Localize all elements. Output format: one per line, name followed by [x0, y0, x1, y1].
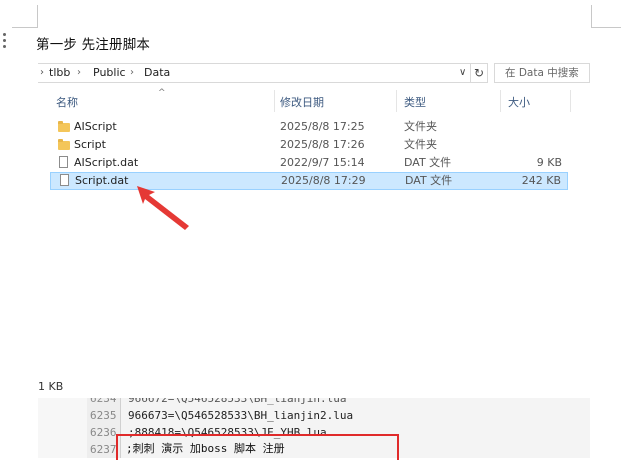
file-date: 2022/9/7 15:14: [280, 156, 365, 169]
column-name[interactable]: 名称: [56, 94, 78, 110]
file-date: 2025/8/8 17:29: [281, 174, 366, 187]
address-bar[interactable]: › tlbb › Public › Data ∨: [38, 63, 488, 83]
drag-handle-icon[interactable]: [3, 33, 6, 51]
breadcrumb-tlbb[interactable]: tlbb: [49, 64, 70, 82]
address-row: › tlbb › Public › Data ∨ ↻ 在 Data 中搜索: [38, 62, 590, 86]
file-icon: [59, 156, 68, 168]
file-type: 文件夹: [404, 120, 437, 133]
crop-mark-top-right: [591, 5, 592, 27]
chevron-right-icon: ›: [40, 67, 44, 78]
file-name: AIScript: [74, 120, 117, 133]
column-divider[interactable]: [274, 90, 275, 112]
column-divider[interactable]: [570, 90, 571, 112]
file-explorer-screenshot: › tlbb › Public › Data ∨ ↻ 在 Data 中搜索 ^ …: [38, 62, 590, 398]
red-arrow-annotation: [137, 186, 189, 230]
breadcrumb-public[interactable]: Public: [93, 64, 126, 82]
file-date: 2025/8/8 17:26: [280, 138, 365, 151]
file-name: Script.dat: [75, 174, 129, 187]
file-type: 文件夹: [404, 138, 437, 151]
sort-ascending-icon: ^: [158, 88, 166, 98]
breadcrumb-data[interactable]: Data: [144, 64, 170, 82]
column-header: ^ 名称 修改日期 类型 大小: [38, 88, 590, 112]
file-row-script-dat[interactable]: Script.dat 2025/8/8 17:29 DAT 文件 242 KB: [50, 172, 568, 190]
column-date[interactable]: 修改日期: [280, 94, 324, 110]
file-name: AIScript.dat: [74, 156, 139, 169]
search-placeholder: 在 Data 中搜索: [505, 67, 579, 79]
column-divider[interactable]: [500, 90, 501, 112]
crop-mark-top-left-h: [12, 27, 38, 28]
search-input[interactable]: 在 Data 中搜索: [494, 63, 590, 83]
folder-icon: [58, 139, 70, 150]
file-icon: [60, 174, 69, 186]
crop-mark-top-left: [37, 5, 38, 27]
file-size: 242 KB: [521, 174, 561, 187]
file-type: DAT 文件: [404, 156, 452, 169]
crop-mark-top-right-h: [591, 27, 621, 28]
line-number: 6234: [90, 398, 117, 405]
refresh-icon[interactable]: ↻: [470, 63, 488, 83]
file-size: 9 KB: [536, 156, 562, 169]
folder-icon: [58, 121, 70, 132]
document-heading: 第一步 先注册脚本: [36, 37, 151, 53]
file-row-aiscript-folder[interactable]: AIScript 2025/8/8 17:25 文件夹: [50, 118, 568, 136]
status-bar-size: 1 KB: [38, 380, 64, 393]
file-date: 2025/8/8 17:25: [280, 120, 365, 133]
file-row-script-folder[interactable]: Script 2025/8/8 17:26 文件夹: [50, 136, 568, 154]
file-name: Script: [74, 138, 106, 151]
code-text: 966672=\Q546528533\BH_lianjin.lua: [128, 398, 347, 405]
code-text: 966673=\Q546528533\BH_lianjin2.lua: [128, 409, 354, 422]
register-comment-line: ;刺刺 演示 加boss 脚本 注册: [126, 442, 285, 455]
chevron-right-icon: ›: [77, 67, 81, 78]
line-number: 6235: [90, 409, 117, 422]
file-type: DAT 文件: [405, 174, 453, 187]
chevron-right-icon: ›: [130, 67, 134, 78]
column-type[interactable]: 类型: [404, 94, 426, 110]
column-size[interactable]: 大小: [508, 94, 530, 110]
column-divider[interactable]: [396, 90, 397, 112]
chevron-down-icon[interactable]: ∨: [459, 64, 466, 82]
file-row-aiscript-dat[interactable]: AIScript.dat 2022/9/7 15:14 DAT 文件 9 KB: [50, 154, 568, 172]
editor-side-panel: [38, 398, 88, 458]
